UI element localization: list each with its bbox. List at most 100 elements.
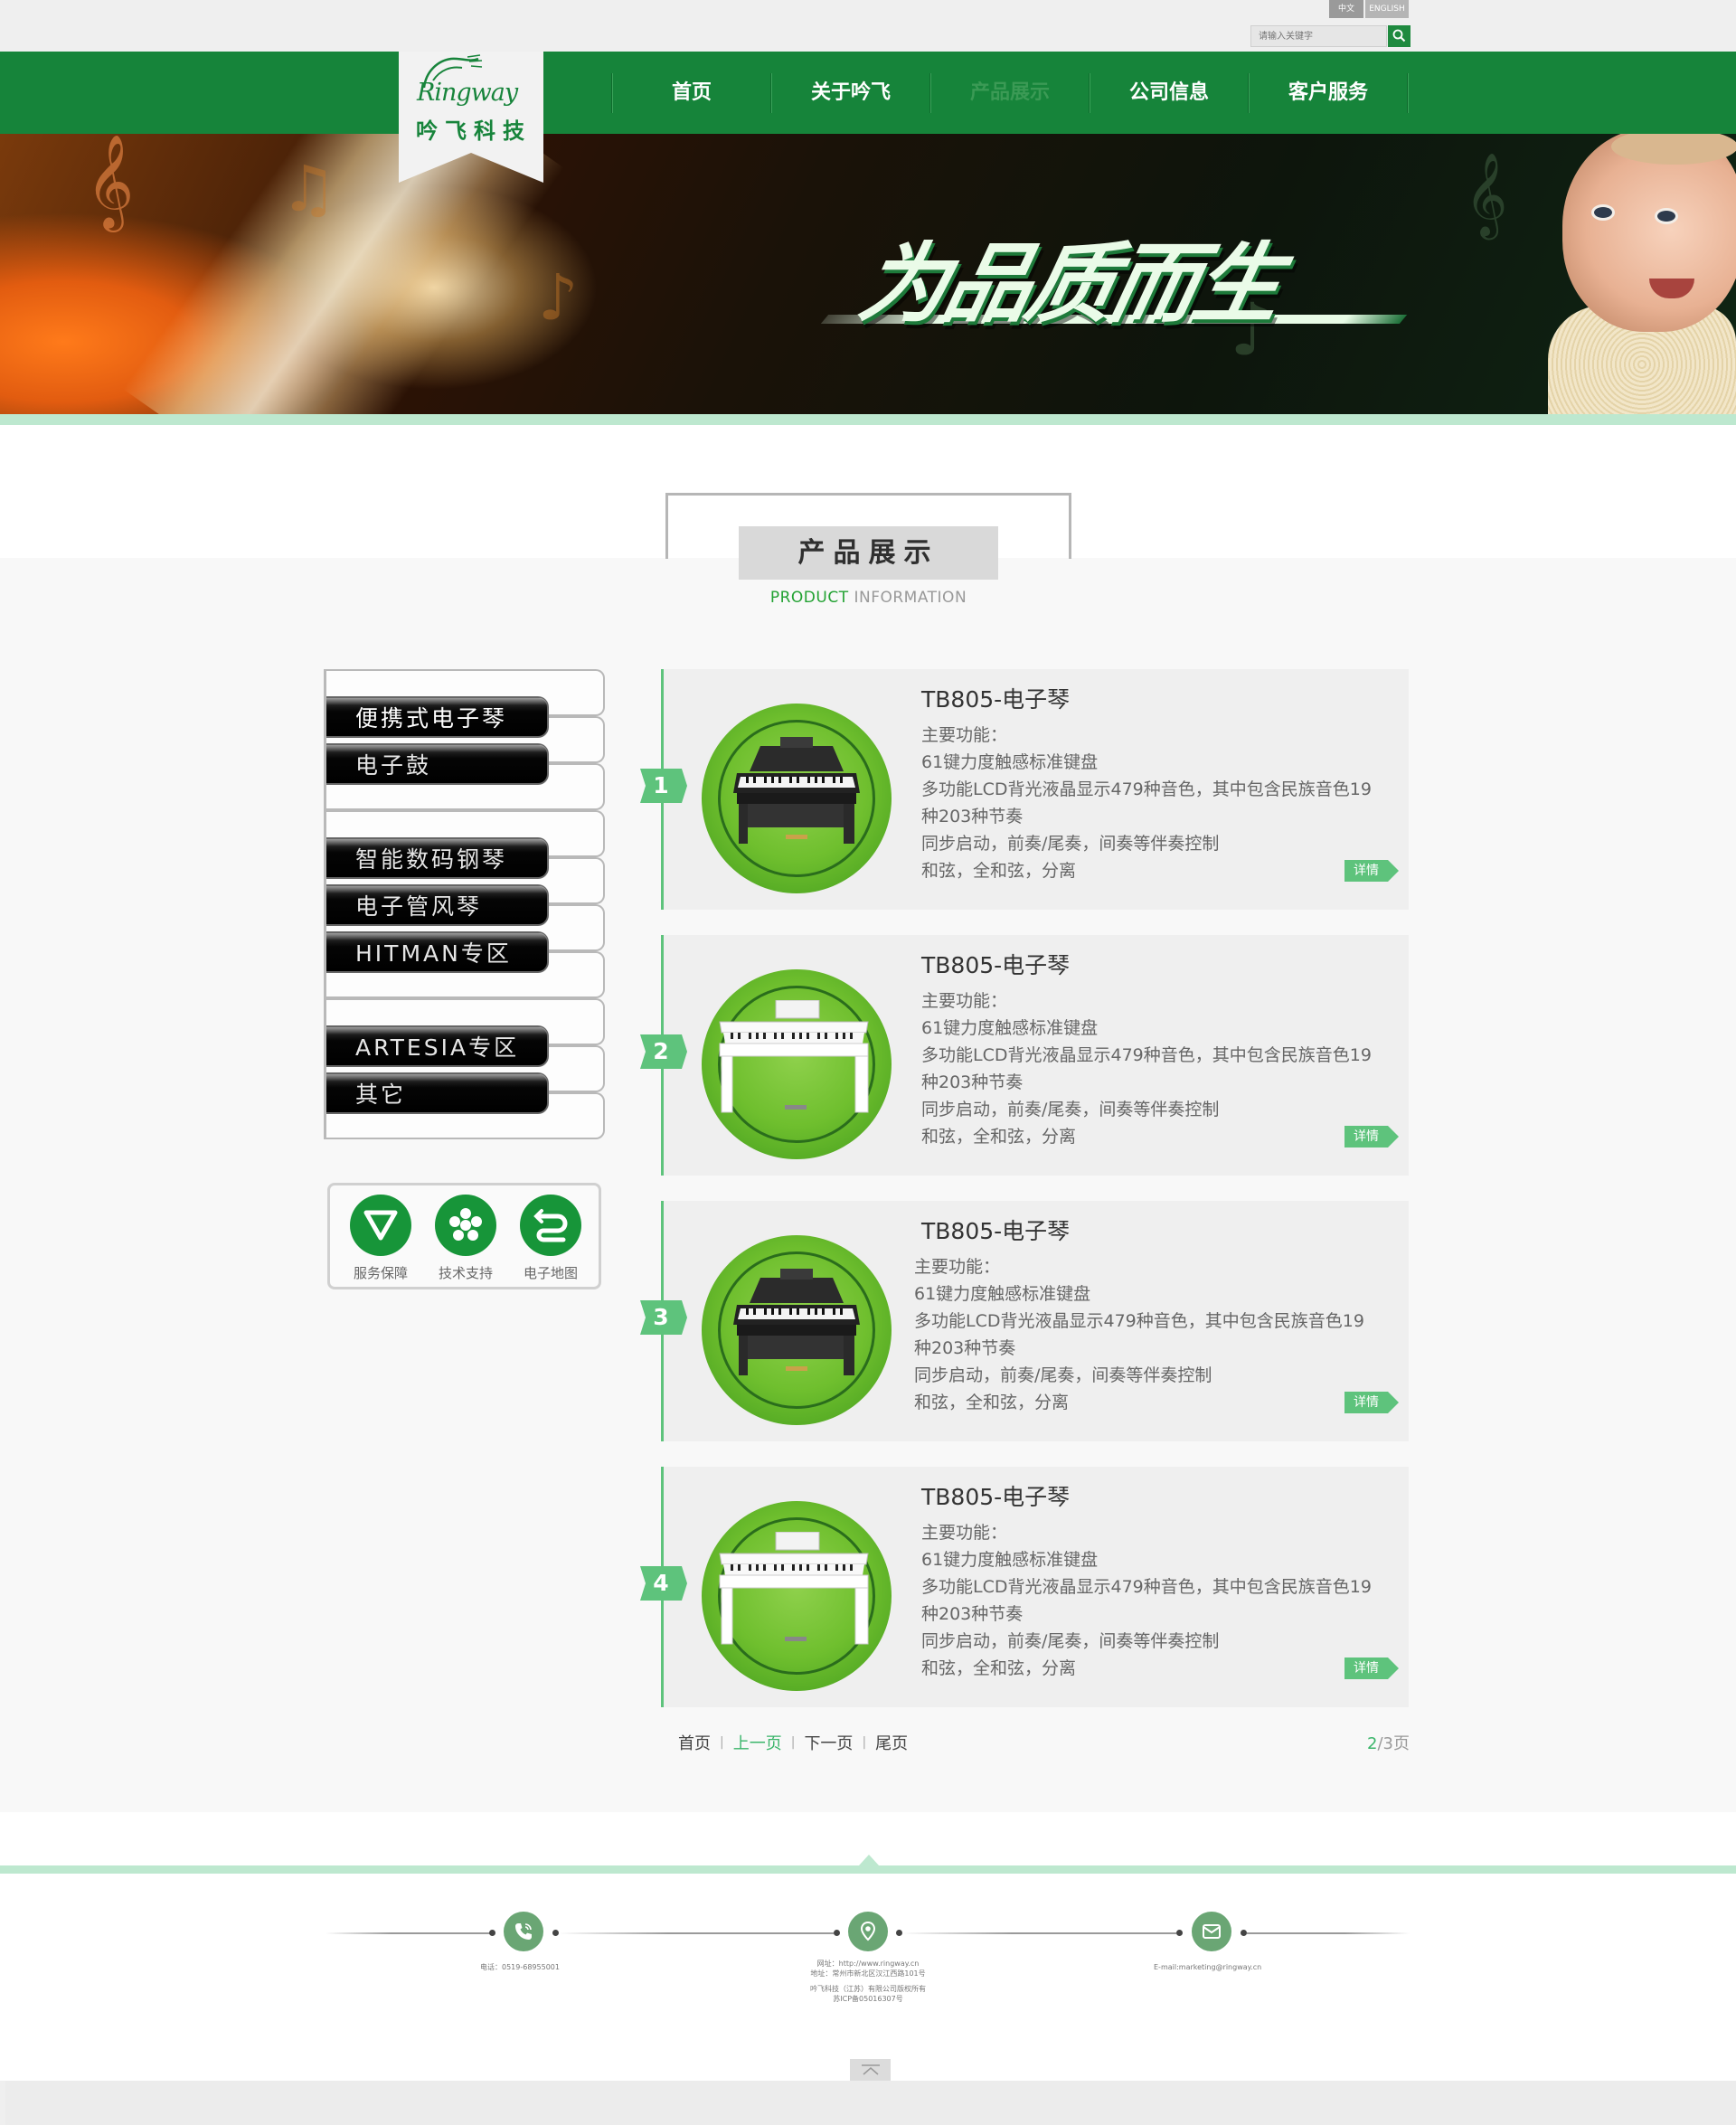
desc-line: 和弦，全和弦，分离 [921, 1127, 1077, 1147]
desc-line: 主要功能： [914, 1257, 1001, 1277]
category-item-digital-piano[interactable]: 智能数码钢琴 [326, 837, 549, 879]
logo-script-text: Ringway [417, 79, 518, 107]
back-to-top-button[interactable] [850, 2059, 891, 2081]
page-first-link[interactable]: 首页 [678, 1731, 720, 1754]
product-number: 4 [653, 1570, 669, 1596]
details-label: 详情 [1354, 864, 1379, 878]
product-number: 1 [653, 772, 669, 798]
details-label: 详情 [1354, 1129, 1379, 1144]
footer-strip [0, 1865, 1736, 1874]
footer-address: 地址：常州市新北区汉江西路101号 [810, 1969, 926, 1978]
desc-line: 种203种节奏 [921, 1604, 1024, 1624]
page-next-link[interactable]: 下一页 [795, 1731, 862, 1754]
product-image[interactable] [702, 969, 892, 1159]
product-description: 主要功能： 61键力度触感标准键盘 多功能LCD背光液晶显示479种音色，其中包… [914, 1253, 1402, 1416]
footer-email[interactable]: E-mail:marketing@ringway.cn [1154, 1962, 1261, 1972]
nav-item-home[interactable]: 首页 [613, 52, 770, 134]
music-note-icon: ♪ [538, 260, 579, 335]
search-button[interactable] [1388, 25, 1410, 47]
number-flag-text-wrap: 1 [640, 769, 687, 803]
category-label: 便携式电子琴 [355, 705, 508, 732]
piano-black-image [733, 1269, 860, 1375]
footer-dot [552, 1930, 559, 1936]
details-button[interactable]: 详情 [1344, 1126, 1399, 1148]
desc-line: 种203种节奏 [914, 1338, 1016, 1358]
product-card[interactable]: 2 TB805-电子琴 主要功能： 61键力度触感标准键盘 多功能LCD背光液晶… [640, 935, 1409, 1176]
search-input[interactable] [1250, 25, 1387, 47]
asterisk-icon [449, 1208, 482, 1241]
service-label: 电子地图 [523, 1265, 578, 1281]
desc-line: 61键力度触感标准键盘 [921, 1550, 1099, 1570]
nav-item-service[interactable]: 客户服务 [1250, 52, 1407, 134]
hero-banner: 𝄞 ♪ ♫ ♪ 𝄞 为品质而生 [0, 134, 1736, 414]
product-image[interactable] [702, 1235, 892, 1425]
category-item-organ[interactable]: 电子管风琴 [326, 884, 549, 926]
tech-support-link[interactable]: 技术支持 [429, 1195, 502, 1282]
desc-line: 种203种节奏 [921, 807, 1024, 826]
baby-photo [1548, 134, 1736, 414]
category-item-portable-keyboard[interactable]: 便携式电子琴 [326, 696, 549, 738]
product-image[interactable] [702, 1501, 892, 1691]
footer-dot [896, 1930, 902, 1936]
e-map-link[interactable]: 电子地图 [514, 1195, 587, 1282]
product-name[interactable]: TB805-电子琴 [921, 948, 1070, 980]
number-flag-text-wrap: 2 [640, 1034, 687, 1069]
footer-web[interactable]: 网址：http://www.ringway.cn [810, 1959, 926, 1969]
nav-item-company[interactable]: 公司信息 [1090, 52, 1248, 134]
details-label: 详情 [1354, 1395, 1379, 1410]
category-sidebar: 便携式电子琴 电子鼓 智能数码钢琴 电子管风琴 HITMAN专区 ARTESIA… [324, 669, 605, 1139]
product-name[interactable]: TB805-电子琴 [921, 682, 1070, 714]
keyboard-menu: 便携式电子琴 电子鼓 智能数码钢琴 电子管风琴 HITMAN专区 ARTESIA… [324, 669, 605, 1139]
page-last-link[interactable]: 尾页 [866, 1731, 917, 1754]
product-card[interactable]: 4 TB805-电子琴 主要功能： 61键力度触感标准键盘 多功能LCD背光液晶… [640, 1467, 1410, 1707]
nav-item-about[interactable]: 关于吟飞 [772, 52, 929, 134]
logo[interactable]: Ringway 吟飞科技 [399, 52, 543, 183]
category-item-other[interactable]: 其它 [326, 1072, 549, 1114]
category-label: ARTESIA专区 [355, 1034, 520, 1061]
section-title: 产品展示 [739, 526, 998, 580]
details-label: 详情 [1354, 1661, 1379, 1676]
banner-slogan: 为品质而生 [851, 233, 1289, 335]
desc-line: 多功能LCD背光液晶显示479种音色，其中包含民族音色19 [921, 779, 1372, 799]
product-description: 主要功能： 61键力度触感标准键盘 多功能LCD背光液晶显示479种音色，其中包… [921, 722, 1410, 884]
lang-en-button[interactable]: ENGLISH [1365, 0, 1409, 18]
footer-address-block: 网址：http://www.ringway.cn 地址：常州市新北区汉江西路10… [810, 1959, 926, 2004]
desc-line: 主要功能： [921, 991, 1008, 1011]
footer-bottom-bar [5, 2081, 1736, 2125]
details-button[interactable]: 详情 [1344, 1392, 1399, 1413]
nav-item-products[interactable]: 产品展示 [931, 52, 1089, 134]
details-button[interactable]: 详情 [1344, 860, 1399, 882]
page-prev-link[interactable]: 上一页 [724, 1731, 791, 1754]
service-label: 服务保障 [353, 1265, 408, 1281]
desc-line: 多功能LCD背光液晶显示479种音色，其中包含民族音色19 [921, 1577, 1372, 1597]
total-pages: /3页 [1377, 1734, 1410, 1753]
footer-arrow [859, 1855, 879, 1865]
section-subtitle-gray: INFORMATION [848, 589, 967, 607]
desc-line: 61键力度触感标准键盘 [921, 752, 1099, 772]
footer-line [326, 1932, 490, 1934]
footer-icp[interactable]: 苏ICP备05016307号 [810, 1994, 926, 2004]
phone-contact [504, 1912, 543, 1951]
service-guarantee-link[interactable]: 服务保障 [344, 1195, 417, 1282]
product-card[interactable]: 1 TB805-电子琴 主要功能： 61键力度触感标准键盘 多功能LCD背光液晶… [640, 669, 1410, 910]
product-image[interactable] [702, 704, 892, 893]
music-note-icon: ♫ [280, 152, 337, 226]
category-item-hitman[interactable]: HITMAN专区 [326, 931, 549, 973]
piano-black-image [733, 737, 860, 844]
category-item-electronic-drum[interactable]: 电子鼓 [326, 743, 549, 785]
category-item-artesia[interactable]: ARTESIA专区 [326, 1025, 549, 1067]
page-count: 2/3页 [1367, 1731, 1410, 1754]
map-route-icon [533, 1209, 568, 1242]
current-page: 2 [1367, 1734, 1378, 1753]
product-name[interactable]: TB805-电子琴 [921, 1479, 1070, 1512]
details-button[interactable]: 详情 [1344, 1658, 1399, 1679]
product-name[interactable]: TB805-电子琴 [921, 1214, 1070, 1246]
lang-zh-button[interactable]: 中文 [1329, 0, 1363, 18]
product-number: 2 [653, 1038, 669, 1064]
product-description: 主要功能： 61键力度触感标准键盘 多功能LCD背光液晶显示479种音色，其中包… [921, 1519, 1410, 1682]
number-flag-text-wrap: 4 [640, 1566, 687, 1601]
desc-line: 多功能LCD背光液晶显示479种音色，其中包含民族音色19 [914, 1311, 1364, 1331]
product-card[interactable]: 3 TB805-电子琴 主要功能： 61键力度触感标准键盘 多功能LCD背光液晶… [640, 1201, 1409, 1441]
phone-icon [515, 1923, 532, 1940]
triangle-down-icon [363, 1210, 398, 1241]
